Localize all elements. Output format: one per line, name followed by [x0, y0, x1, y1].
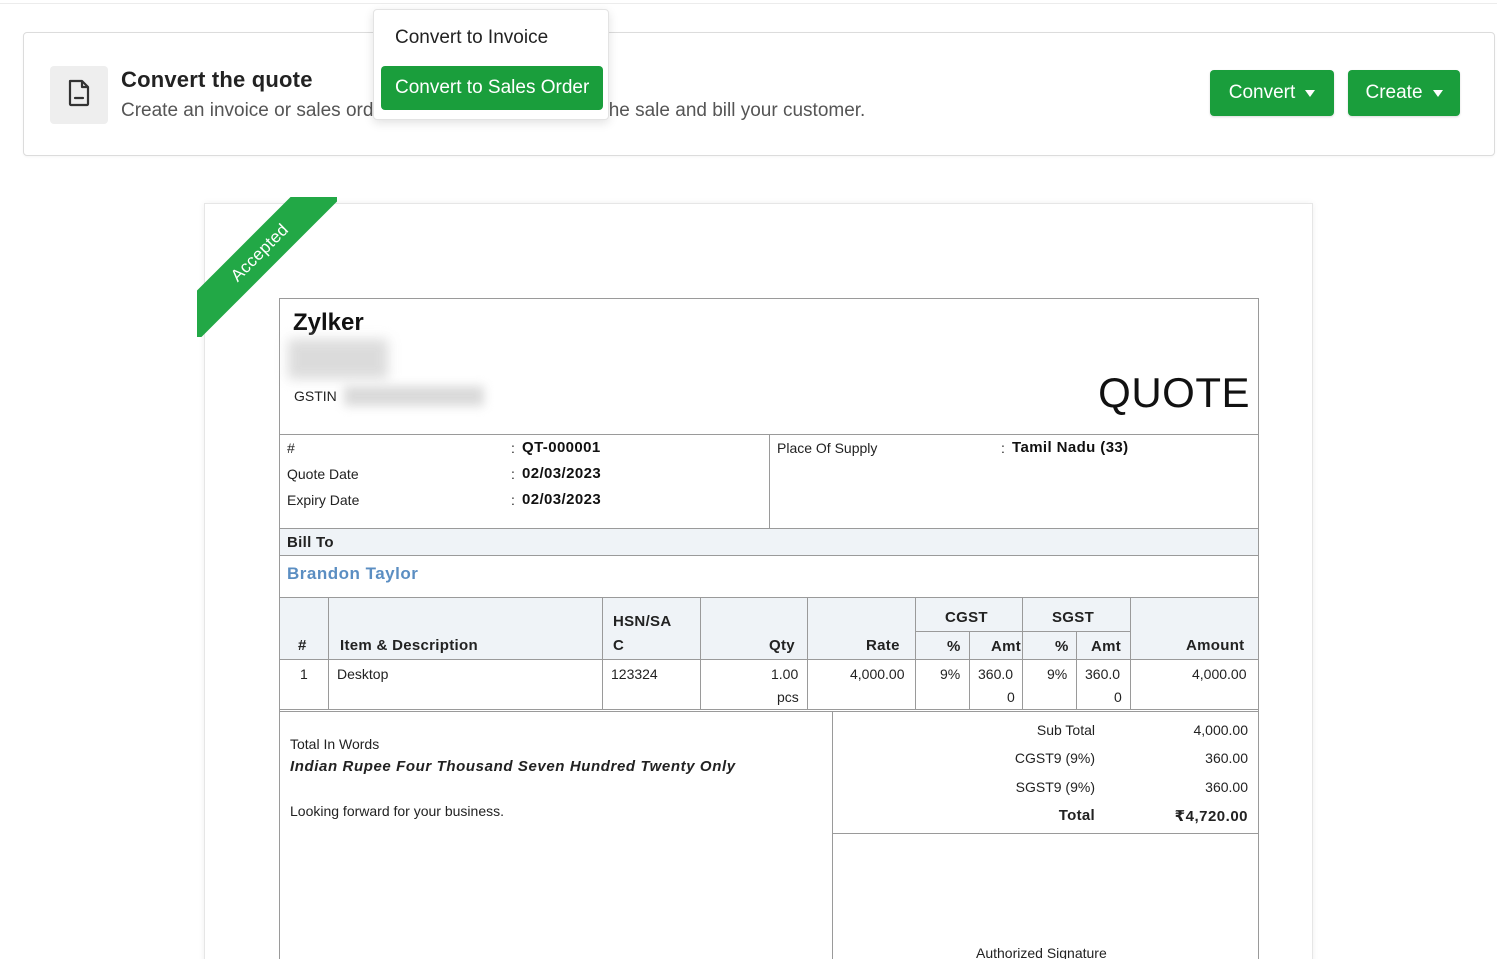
colon: : — [511, 466, 515, 482]
caret-down-icon — [1432, 89, 1443, 97]
col-header-sgst-pct: % — [1055, 638, 1069, 655]
bill-to-label: Bill To — [287, 534, 334, 551]
place-of-supply-value: Tamil Nadu (33) — [1012, 439, 1129, 456]
menu-item-convert-to-sales-order[interactable]: Convert to Sales Order — [381, 66, 603, 110]
row-sgst-pct: 9% — [1047, 666, 1068, 682]
status-ribbon-label: Accepted — [197, 197, 337, 337]
divider — [602, 597, 603, 709]
notes: Looking forward for your business. — [290, 803, 504, 819]
divider — [280, 659, 1258, 660]
total-in-words-label: Total In Words — [290, 736, 380, 752]
authorized-signature-label: Authorized Signature — [976, 945, 1107, 959]
col-header-hsn-line2: C — [613, 637, 625, 654]
divider — [280, 555, 1258, 556]
grand-total-value: ₹4,720.00 — [1174, 808, 1248, 825]
banner-icon-box — [50, 66, 108, 124]
gstin-redacted — [344, 386, 484, 406]
cgst-total-value: 360.00 — [1205, 750, 1248, 766]
col-header-rate: Rate — [866, 637, 900, 654]
sgst-total-label: SGST9 (9%) — [1015, 779, 1095, 795]
divider — [280, 711, 1258, 712]
row-cgst-pct: 9% — [940, 666, 961, 682]
col-header-amount: Amount — [1186, 637, 1245, 654]
divider — [1022, 597, 1023, 709]
divider — [832, 711, 833, 959]
divider — [700, 597, 701, 709]
convert-button[interactable]: Convert — [1210, 70, 1334, 116]
row-number: 1 — [300, 666, 308, 682]
company-address-redacted — [288, 339, 388, 379]
colon: : — [511, 440, 515, 456]
colon: : — [1001, 440, 1005, 456]
divider — [915, 597, 916, 709]
colon: : — [511, 492, 515, 508]
total-in-words: Indian Rupee Four Thousand Seven Hundred… — [290, 758, 736, 775]
quote-number-value: QT-000001 — [522, 439, 601, 456]
bill-to-header-bg — [280, 529, 1258, 555]
quote-date-value: 02/03/2023 — [522, 465, 602, 482]
cgst-total-label: CGST9 (9%) — [1014, 750, 1095, 766]
row-cgst-amt-cont: 0 — [1007, 689, 1015, 705]
divider — [769, 434, 770, 528]
col-header-cgst-pct: % — [947, 638, 961, 655]
col-header-cgst-amt: Amt — [991, 638, 1022, 655]
divider — [807, 597, 808, 709]
subtotal-value: 4,000.00 — [1193, 722, 1249, 738]
convert-dropdown-menu: Convert to Invoice Convert to Sales Orde… — [373, 9, 609, 120]
customer-name-link[interactable]: Brandon Taylor — [287, 564, 418, 584]
row-sgst-amt-cont: 0 — [1114, 689, 1122, 705]
status-ribbon: Accepted — [197, 197, 337, 337]
place-of-supply-label: Place Of Supply — [777, 440, 878, 456]
row-unit: pcs — [777, 689, 799, 705]
row-item: Desktop — [337, 666, 389, 682]
row-cgst-amt: 360.0 — [978, 666, 1014, 682]
col-header-sgst: SGST — [1052, 609, 1095, 626]
col-header-sgst-amt: Amt — [1091, 638, 1122, 655]
sgst-total-value: 360.00 — [1205, 779, 1248, 795]
expiry-date-value: 02/03/2023 — [522, 491, 602, 508]
quote-date-label: Quote Date — [287, 466, 359, 482]
col-header-hsn-line1: HSN/SA — [613, 613, 672, 630]
gstin-label: GSTIN — [294, 388, 337, 404]
create-button[interactable]: Create — [1348, 70, 1460, 116]
col-header-qty: Qty — [769, 637, 795, 654]
top-divider — [0, 0, 1497, 4]
menu-item-convert-to-invoice[interactable]: Convert to Invoice — [381, 16, 603, 60]
row-sgst-amt: 360.0 — [1085, 666, 1121, 682]
col-header-cgst: CGST — [945, 609, 988, 626]
grand-total-label: Total — [1058, 807, 1095, 824]
document-icon — [67, 79, 91, 112]
banner-title: Convert the quote — [121, 67, 313, 92]
col-header-number: # — [298, 637, 307, 654]
divider — [1076, 631, 1077, 709]
row-hsn: 123324 — [611, 666, 658, 682]
quote-number-label: # — [287, 440, 295, 456]
subtotal-label: Sub Total — [1036, 722, 1095, 738]
row-rate: 4,000.00 — [850, 666, 905, 682]
divider — [328, 597, 329, 709]
expiry-date-label: Expiry Date — [287, 492, 360, 508]
row-qty: 1.00 — [771, 666, 799, 682]
row-amount: 4,000.00 — [1192, 666, 1247, 682]
convert-quote-banner: Convert the quote Create an invoice or s… — [23, 32, 1495, 156]
divider — [280, 709, 1258, 710]
caret-down-icon — [1305, 89, 1316, 97]
divider — [1130, 597, 1131, 709]
document-title: QUOTE — [1098, 369, 1250, 416]
divider — [969, 631, 970, 709]
quote-template: Zylker GSTIN QUOTE # : QT-000001 Quote D… — [279, 298, 1259, 959]
col-header-item: Item & Description — [340, 637, 478, 654]
divider — [832, 833, 1258, 834]
